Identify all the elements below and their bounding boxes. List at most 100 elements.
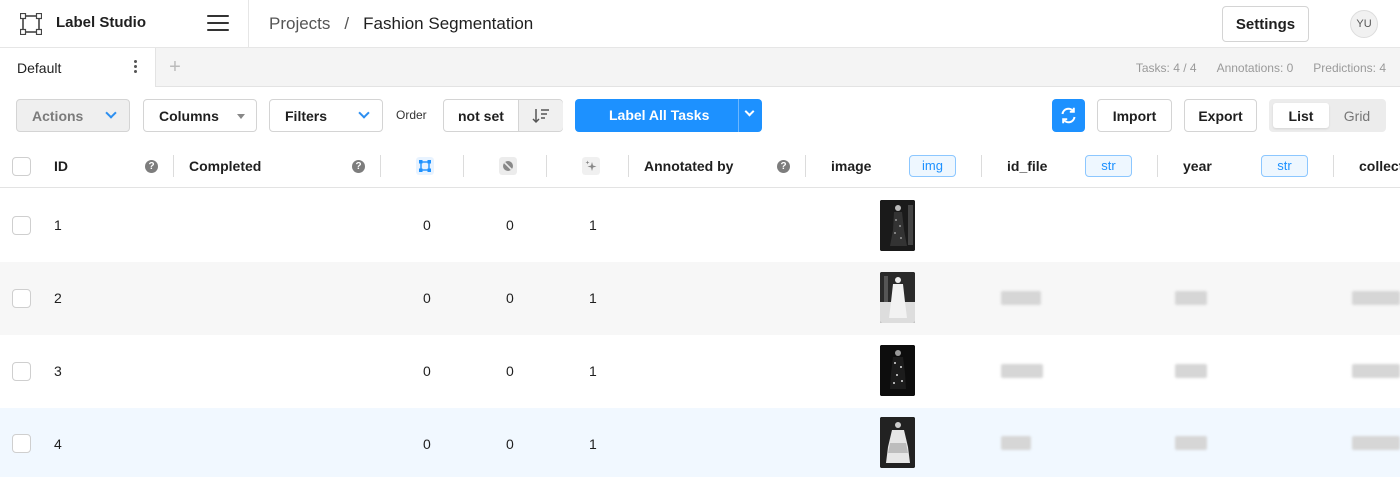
table-row[interactable]: 3 0 0 1 bbox=[0, 335, 1400, 408]
column-header-collection[interactable]: collect bbox=[1359, 158, 1400, 174]
column-divider[interactable] bbox=[1157, 155, 1158, 177]
breadcrumb-projects[interactable]: Projects bbox=[269, 14, 330, 33]
label-studio-logo-icon[interactable] bbox=[20, 13, 42, 35]
label-all-tasks-button[interactable]: Label All Tasks bbox=[575, 99, 762, 132]
tab-default[interactable]: Default bbox=[0, 48, 156, 87]
project-stats: Tasks: 4 / 4 Annotations: 0 Predictions:… bbox=[1136, 61, 1386, 75]
select-all-checkbox[interactable] bbox=[12, 157, 31, 176]
column-divider[interactable] bbox=[628, 155, 629, 177]
refresh-button[interactable] bbox=[1052, 99, 1085, 132]
column-divider[interactable] bbox=[805, 155, 806, 177]
column-divider[interactable] bbox=[981, 155, 982, 177]
view-toggle: List Grid bbox=[1269, 99, 1386, 132]
table-row[interactable]: 2 0 0 1 bbox=[0, 262, 1400, 335]
annotations-count: Annotations: 0 bbox=[1216, 61, 1294, 75]
predictions-count: Predictions: 4 bbox=[1313, 61, 1386, 75]
breadcrumb-current[interactable]: Fashion Segmentation bbox=[363, 14, 533, 33]
row-checkbox[interactable] bbox=[12, 216, 31, 235]
order-select[interactable]: not set bbox=[443, 99, 563, 132]
cell-total-annotations: 0 bbox=[423, 363, 431, 379]
predictions-sparkle-icon[interactable] bbox=[582, 157, 600, 175]
row-checkbox[interactable] bbox=[12, 362, 31, 381]
type-badge-img: img bbox=[909, 155, 956, 177]
filters-dropdown[interactable]: Filters bbox=[269, 99, 383, 132]
refresh-icon bbox=[1061, 107, 1076, 124]
column-divider[interactable] bbox=[380, 155, 381, 177]
table-row[interactable]: 1 0 0 1 bbox=[0, 189, 1400, 262]
cell-predictions: 1 bbox=[589, 363, 597, 379]
avatar[interactable]: YU bbox=[1350, 10, 1378, 38]
sort-direction-button[interactable] bbox=[518, 100, 563, 131]
breadcrumb: Projects / Fashion Segmentation bbox=[269, 14, 533, 34]
columns-label: Columns bbox=[159, 107, 219, 124]
help-icon[interactable]: ? bbox=[777, 160, 790, 173]
blurred-year-value bbox=[1175, 291, 1207, 305]
fashion-photo-icon bbox=[880, 417, 915, 468]
task-image-thumbnail[interactable] bbox=[880, 200, 915, 251]
blurred-id-file-value bbox=[1001, 291, 1041, 305]
export-button[interactable]: Export bbox=[1184, 99, 1257, 132]
cell-id: 1 bbox=[54, 217, 62, 233]
cancelled-annotations-icon[interactable] bbox=[499, 157, 517, 175]
order-value: not set bbox=[458, 108, 504, 124]
cell-predictions: 1 bbox=[589, 290, 597, 306]
menu-icon[interactable] bbox=[207, 15, 229, 33]
cell-id: 4 bbox=[54, 436, 62, 452]
column-header-year[interactable]: year bbox=[1183, 158, 1212, 174]
cell-predictions: 1 bbox=[589, 436, 597, 452]
cell-predictions: 1 bbox=[589, 217, 597, 233]
task-image-thumbnail[interactable] bbox=[880, 272, 915, 323]
tab-options-icon[interactable] bbox=[134, 60, 138, 75]
filters-label: Filters bbox=[285, 107, 328, 124]
table-row[interactable]: 4 0 0 1 bbox=[0, 408, 1400, 477]
cell-id: 3 bbox=[54, 363, 62, 379]
column-header-image[interactable]: image bbox=[831, 158, 871, 174]
label-all-tasks-label: Label All Tasks bbox=[609, 107, 710, 123]
tasks-count: Tasks: 4 / 4 bbox=[1135, 61, 1197, 75]
task-image-thumbnail[interactable] bbox=[880, 345, 915, 396]
cell-cancelled: 0 bbox=[506, 363, 514, 379]
column-header-id-file[interactable]: id_file bbox=[1007, 158, 1047, 174]
column-divider[interactable] bbox=[546, 155, 547, 177]
button-divider bbox=[738, 99, 739, 132]
fashion-photo-icon bbox=[880, 272, 915, 323]
list-view-button[interactable]: List bbox=[1273, 103, 1329, 128]
type-badge-str: str bbox=[1261, 155, 1308, 177]
app-name: Label Studio bbox=[56, 14, 146, 31]
help-icon[interactable]: ? bbox=[352, 160, 365, 173]
cell-total-annotations: 0 bbox=[423, 290, 431, 306]
columns-dropdown[interactable]: Columns bbox=[143, 99, 257, 132]
column-divider[interactable] bbox=[173, 155, 174, 177]
chevron-down-icon[interactable] bbox=[744, 106, 755, 117]
actions-dropdown[interactable]: Actions bbox=[16, 99, 130, 132]
cell-cancelled: 0 bbox=[506, 290, 514, 306]
task-image-thumbnail[interactable] bbox=[880, 417, 915, 468]
total-annotations-icon[interactable] bbox=[416, 157, 434, 175]
column-header-completed[interactable]: Completed bbox=[189, 158, 261, 174]
views-tabs-bar: Default + Tasks: 4 / 4 Annotations: 0 Pr… bbox=[0, 48, 1400, 87]
cell-cancelled: 0 bbox=[506, 436, 514, 452]
help-icon[interactable]: ? bbox=[145, 160, 158, 173]
chevron-down-icon bbox=[105, 107, 117, 119]
settings-button[interactable]: Settings bbox=[1222, 6, 1309, 42]
row-checkbox[interactable] bbox=[12, 289, 31, 308]
cell-cancelled: 0 bbox=[506, 217, 514, 233]
row-checkbox[interactable] bbox=[12, 434, 31, 453]
cell-id: 2 bbox=[54, 290, 62, 306]
grid-view-button[interactable]: Grid bbox=[1332, 103, 1382, 128]
blurred-id-file-value bbox=[1001, 364, 1043, 378]
import-button[interactable]: Import bbox=[1097, 99, 1172, 132]
column-header-id[interactable]: ID bbox=[54, 158, 68, 174]
cell-total-annotations: 0 bbox=[423, 436, 431, 452]
column-header-annotated-by[interactable]: Annotated by bbox=[644, 158, 733, 174]
chevron-down-icon bbox=[358, 107, 370, 119]
add-tab-icon[interactable]: + bbox=[165, 56, 185, 79]
blurred-collection-value bbox=[1352, 291, 1400, 305]
column-divider[interactable] bbox=[1333, 155, 1334, 177]
caret-down-icon bbox=[237, 114, 245, 119]
order-label: Order bbox=[396, 108, 427, 122]
column-divider[interactable] bbox=[463, 155, 464, 177]
table-header: ID ? Completed ? Annotated by ? image im… bbox=[0, 145, 1400, 188]
blurred-year-value bbox=[1175, 436, 1207, 450]
header-divider bbox=[248, 0, 249, 48]
